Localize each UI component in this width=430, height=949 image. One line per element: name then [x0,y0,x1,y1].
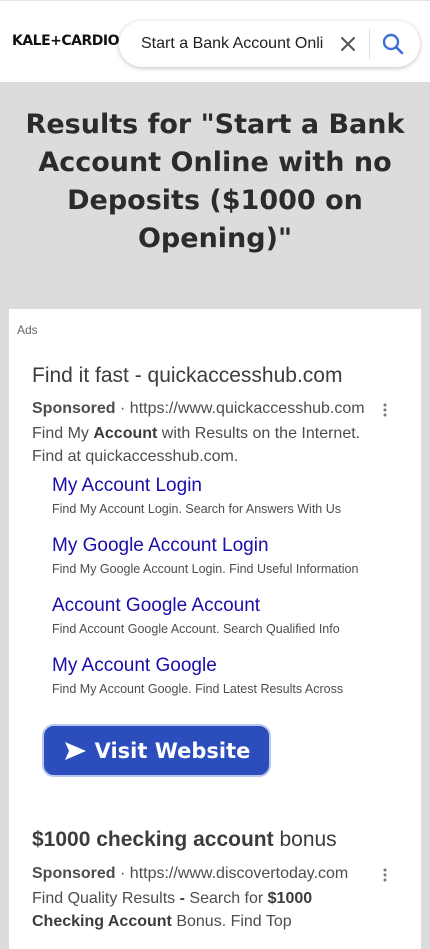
ad-meta: Sponsored · https://www.quickaccesshub.c… [32,400,372,418]
meta-separator: · [120,400,126,417]
desc-bold: - [179,890,190,907]
sponsored-label: Sponsored [32,865,116,882]
ad-title[interactable]: Find it fast - quickaccesshub.com [32,364,342,388]
sitelink[interactable]: My Google Account Login Find My Google A… [52,535,377,576]
sitelink-title[interactable]: My Account Google [52,655,377,677]
search-bar [119,21,420,67]
visit-website-button[interactable]: Visit Website [42,724,271,777]
search-divider [369,29,370,59]
sitelink-desc: Find My Google Account Login. Find Usefu… [52,562,359,576]
sitelink-desc: Find My Account Login. Search for Answer… [52,502,342,516]
ad-description: Find My Account with Results on the Inte… [32,422,362,468]
send-arrow-icon [64,741,86,760]
sitelink-desc: Find My Account Google. Find Latest Resu… [52,682,344,696]
sitelink-title[interactable]: My Account Login [52,475,377,497]
desc-text: Bonus. Find Top [171,913,292,930]
desc-bold: $1000 [267,890,313,907]
site-logo[interactable]: KALE+CARDIO [12,33,120,49]
desc-text: Find Quality Results [32,890,180,907]
sitelink-title[interactable]: My Google Account Login [52,535,377,557]
top-header: KALE+CARDIO [0,0,430,82]
more-options-icon[interactable] [382,867,388,883]
more-options-icon[interactable] [382,402,388,418]
ad-url[interactable]: https://www.discovertoday.com [130,865,348,882]
desc-bold: Account [93,425,158,442]
search-input[interactable] [141,21,323,67]
desc-bold: Checking Account [32,913,172,930]
ads-label: Ads [17,323,38,337]
search-icon[interactable] [381,32,405,56]
ad-description: Find Quality Results - Search for $1000 … [32,887,362,933]
sponsored-label: Sponsored [32,400,116,417]
sitelink[interactable]: My Account Login Find My Account Login. … [52,475,377,516]
sitelink-desc: Find Account Google Account. Search Qual… [52,622,340,636]
ads-card: Ads Find it fast - quickaccesshub.com Sp… [9,309,421,949]
ad-title[interactable]: $1000 checking account bonus [32,828,337,852]
sitelink-title[interactable]: Account Google Account [52,595,377,617]
ad-title-rest: bonus [273,828,337,851]
ad-title-bold: $1000 checking account [32,828,274,851]
sitelink[interactable]: Account Google Account Find Account Goog… [52,595,377,636]
desc-text: Find My [32,425,94,442]
desc-text: Search for [189,890,268,907]
close-icon[interactable] [337,33,359,55]
results-heading: Results for "Start a Bank Account Online… [25,109,405,254]
meta-separator: · [120,865,126,882]
ad-meta: Sponsored · https://www.discovertoday.co… [32,865,372,883]
sitelink[interactable]: My Account Google Find My Account Google… [52,655,377,696]
ad-url[interactable]: https://www.quickaccesshub.com [130,400,365,417]
visit-website-label: Visit Website [94,738,251,763]
